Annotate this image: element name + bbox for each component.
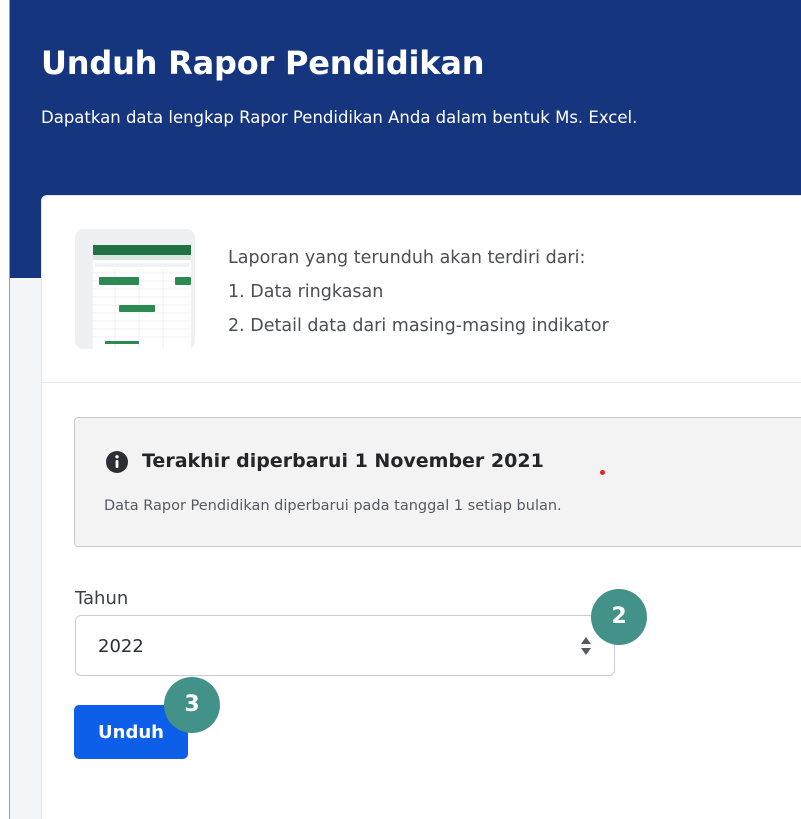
window-edge bbox=[0, 0, 10, 819]
year-label: Tahun bbox=[75, 588, 129, 609]
report-contents-item: 1. Data ringkasan bbox=[228, 282, 384, 302]
red-dot-marker bbox=[600, 470, 605, 475]
year-select[interactable]: 2022 bbox=[75, 615, 615, 676]
report-contents-item: 2. Detail data dari masing-masing indika… bbox=[228, 316, 609, 336]
alert-description: Data Rapor Pendidikan diperbarui pada ta… bbox=[104, 498, 562, 514]
alert-title: Terakhir diperbarui 1 November 2021 bbox=[142, 450, 544, 472]
page: Unduh Rapor Pendidikan Dapatkan data len… bbox=[0, 0, 801, 819]
download-card: Laporan yang terunduh akan terdiri dari:… bbox=[41, 195, 801, 819]
step-2-badge: 2 bbox=[591, 589, 647, 645]
year-select-value: 2022 bbox=[98, 636, 144, 657]
update-info-alert: Terakhir diperbarui 1 November 2021 Data… bbox=[74, 417, 801, 547]
report-contents: Laporan yang terunduh akan terdiri dari:… bbox=[228, 241, 609, 343]
report-contents-intro: Laporan yang terunduh akan terdiri dari: bbox=[228, 248, 586, 268]
excel-spreadsheet-thumbnail-icon bbox=[75, 229, 195, 349]
card-divider bbox=[42, 382, 801, 383]
step-3-badge: 3 bbox=[164, 677, 220, 733]
page-subtitle: Dapatkan data lengkap Rapor Pendidikan A… bbox=[41, 108, 638, 127]
select-updown-icon bbox=[581, 637, 591, 655]
info-icon bbox=[106, 451, 128, 473]
page-title: Unduh Rapor Pendidikan bbox=[41, 44, 485, 82]
